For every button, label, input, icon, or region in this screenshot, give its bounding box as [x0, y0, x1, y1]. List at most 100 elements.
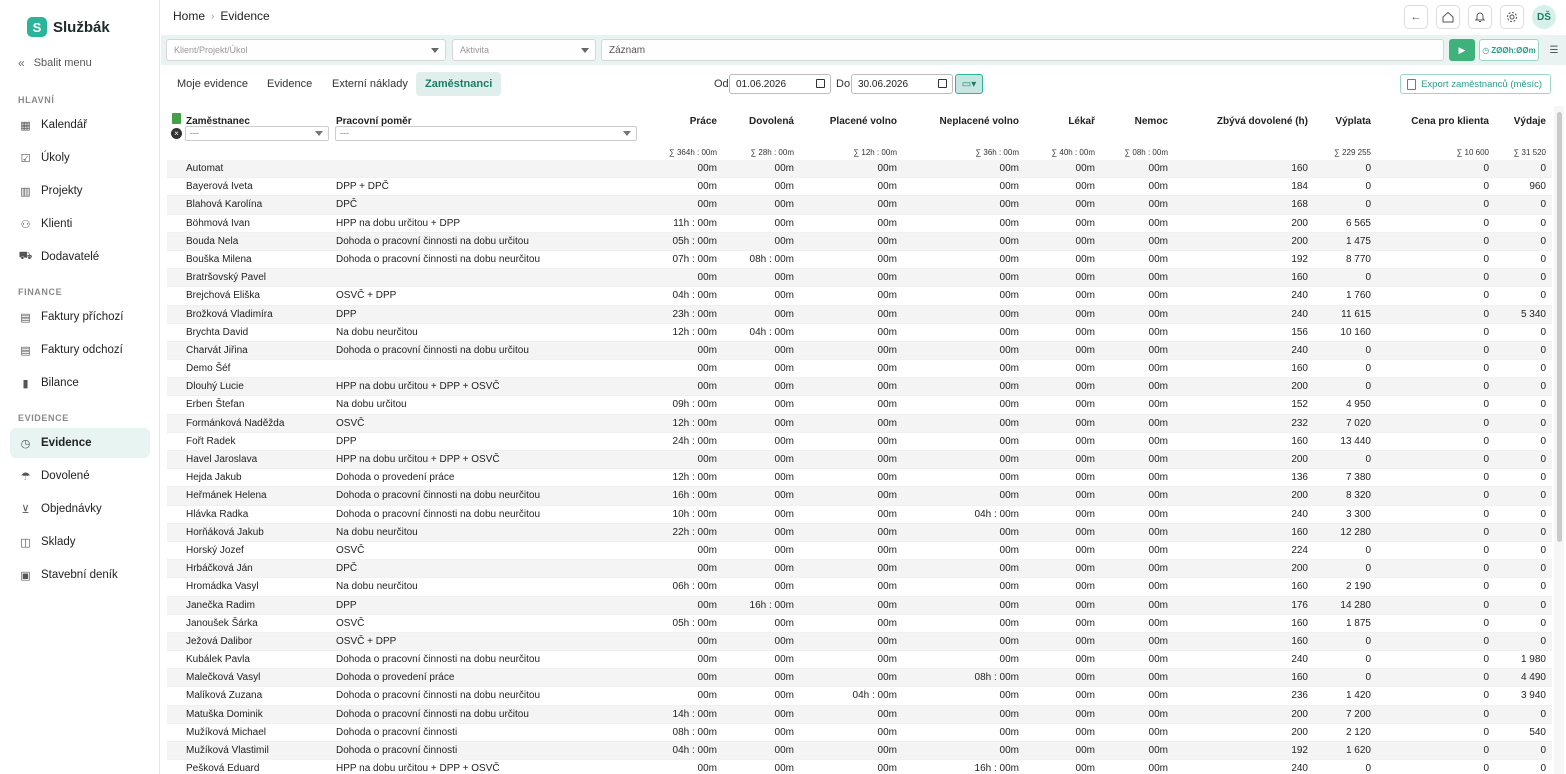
- tab-externí-náklady[interactable]: Externí náklady: [323, 72, 417, 96]
- sidebar-item-stavební-deník[interactable]: ▣ Stavební deník: [10, 560, 150, 590]
- column-header-sick[interactable]: Nemoc: [1135, 116, 1168, 127]
- cell-client_price: 0: [1483, 363, 1489, 375]
- clear-filters-icon[interactable]: ×: [171, 128, 182, 139]
- tab-moje-evidence[interactable]: Moje evidence: [168, 72, 257, 96]
- sidebar-item-kalendář[interactable]: ▦ Kalendář: [10, 110, 150, 140]
- table-row[interactable]: Havel Jaroslava HPP na dobu určitou + DPP…: [167, 451, 1552, 470]
- cell-unpaid: 00m: [999, 163, 1019, 174]
- table-row[interactable]: Horský Jozef OSVČ 00m 00m 00m 00m 00m 00m 224 0 0 0: [167, 542, 1552, 561]
- table-row[interactable]: Bouška Milena Dohoda o pracovní činnosti …: [167, 251, 1552, 270]
- table-row[interactable]: Hejda Jakub Dohoda o provedení práce 12h :…: [167, 469, 1552, 488]
- contract-filter-value: ---: [340, 128, 349, 138]
- user-avatar[interactable]: DŠ: [1532, 5, 1556, 29]
- table-row[interactable]: Brejchová Eliška OSVČ + DPP 04h : 00m 00m 00…: [167, 287, 1552, 306]
- table-row[interactable]: Ježová Dalibor OSVČ + DPP 00m 00m 00m 00m 00m 0…: [167, 632, 1552, 652]
- cell-paid: 00m: [877, 235, 897, 247]
- table-row[interactable]: Malíková Zuzana Dohoda o pracovní činnost…: [167, 687, 1552, 706]
- sidebar-item-sklady[interactable]: ◫ Sklady: [10, 527, 150, 557]
- home-button[interactable]: [1436, 5, 1460, 29]
- cell-paid: 00m: [877, 253, 897, 265]
- tab-evidence[interactable]: Evidence: [258, 72, 321, 96]
- collapse-menu-button[interactable]: « Sbalit menu: [18, 56, 92, 70]
- employee-filter[interactable]: ---: [185, 126, 329, 141]
- sidebar-item-dovolené[interactable]: ☂ Dovolené: [10, 461, 150, 491]
- export-employees-button[interactable]: Export zaměstnanců (měsíc): [1400, 74, 1551, 94]
- table-row[interactable]: Fořt Radek DPP 24h : 00m 00m 00m 00m 00m 00m 160…: [167, 433, 1552, 451]
- column-header-name[interactable]: Zaměstnanec: [186, 116, 250, 127]
- cell-unpaid: 00m: [999, 563, 1019, 575]
- sidebar-item-evidence[interactable]: ◷ Evidence: [10, 428, 150, 458]
- cell-pay: 0: [1365, 454, 1371, 465]
- cell-name: Fořt Radek: [186, 435, 236, 447]
- sidebar-item-klienti[interactable]: ⚇ Klienti: [10, 209, 150, 239]
- table-row[interactable]: Hlávka Radka Dohoda o pracovní činnosti n…: [167, 506, 1552, 524]
- table-row[interactable]: Mužíková Vlastimil Dohoda o pracovní činn…: [167, 742, 1552, 761]
- table-row[interactable]: Kubálek Pavla Dohoda o pracovní činnosti …: [167, 651, 1552, 670]
- record-input[interactable]: Záznam: [601, 39, 1444, 61]
- sidebar-item-objednávky[interactable]: ⊻ Objednávky: [10, 494, 150, 524]
- excel-icon[interactable]: [172, 113, 181, 124]
- table-row[interactable]: Brožková Vladimíra DPP 23h : 00m 00m 00m 00m 0…: [167, 305, 1552, 324]
- table-row[interactable]: Bouda Nela Dohoda o pracovní činnosti na …: [167, 232, 1552, 251]
- table-row[interactable]: Malečková Vasyl Dohoda o provedení práce 0…: [167, 669, 1552, 688]
- cell-doctor: 00m: [1075, 635, 1095, 647]
- column-header-remaining[interactable]: Zbývá dovolené (h): [1217, 116, 1308, 127]
- table-scrollbar-thumb[interactable]: [1557, 112, 1562, 542]
- table-row[interactable]: Janoušek Šárka OSVČ 05h : 00m 00m 00m 00m 00m 0…: [167, 615, 1552, 633]
- sidebar-item-úkoly[interactable]: ☑ Úkoly: [10, 143, 150, 173]
- tab-zaměstnanci[interactable]: Zaměstnanci: [416, 72, 502, 96]
- table-row[interactable]: Automat 00m 00m 00m 00m 00m 00m 160 0 0 0: [167, 160, 1552, 179]
- activity-select[interactable]: Aktivita: [452, 39, 596, 61]
- cell-doctor: 00m: [1075, 163, 1095, 174]
- table-row[interactable]: Brychta David Na dobu neurčitou 12h : 00m 0…: [167, 324, 1552, 342]
- table-row[interactable]: Blahová Karolína DPČ 00m 00m 00m 00m 00m 00m 168…: [167, 196, 1552, 215]
- settings-button[interactable]: [1500, 5, 1524, 29]
- contract-filter[interactable]: ---: [335, 126, 637, 141]
- sidebar-item-bilance[interactable]: ▮ Bilance: [10, 368, 150, 398]
- column-header-expenses[interactable]: Výdaje: [1514, 116, 1546, 127]
- date-from-input[interactable]: 01.06.2026: [729, 74, 831, 94]
- table-row[interactable]: Janečka Radim DPP 00m 16h : 00m 00m 00m 00m 00m…: [167, 596, 1552, 615]
- column-header-work[interactable]: Práce: [690, 116, 717, 127]
- column-header-paid[interactable]: Placené volno: [830, 116, 897, 127]
- date-to-input[interactable]: 30.06.2026: [851, 74, 953, 94]
- table-row[interactable]: Erben Štefan Na dobu určitou 09h : 00m 00m 0…: [167, 396, 1552, 415]
- start-timer-button[interactable]: ▶: [1449, 39, 1475, 61]
- cell-expenses: 0: [1540, 635, 1546, 647]
- project-select[interactable]: Klient/Projekt/Úkol: [166, 39, 446, 61]
- timer-display[interactable]: ◷ ZØØh:ØØm: [1479, 39, 1539, 61]
- table-row[interactable]: Demo Šéf 00m 00m 00m 00m 00m 00m 160 0 0 0: [167, 360, 1552, 379]
- table-row[interactable]: Dlouhý Lucie HPP na dobu určitou + DPP + …: [167, 378, 1552, 397]
- column-header-client_price[interactable]: Cena pro klienta: [1411, 116, 1489, 127]
- table-row[interactable]: Horňáková Jakub Na dobu neurčitou 22h : 00…: [167, 523, 1552, 542]
- table-row[interactable]: Hromádka Vasyl Na dobu neurčitou 06h : 00m…: [167, 578, 1552, 597]
- column-header-pay[interactable]: Výplata: [1335, 116, 1371, 127]
- cell-contract: HPP na dobu určitou + DPP + OSVČ: [336, 763, 500, 774]
- sidebar-item-faktury-odchozí[interactable]: ▤ Faktury odchozí: [10, 335, 150, 365]
- table-row[interactable]: Formánková Naděžda OSVČ 12h : 00m 00m 00m 00m…: [167, 414, 1552, 433]
- entries-list-button[interactable]: ☰: [1545, 39, 1563, 61]
- column-header-contract[interactable]: Pracovní poměr: [336, 116, 412, 127]
- sidebar-item-projekty[interactable]: ▥ Projekty: [10, 176, 150, 206]
- table-row[interactable]: Mužíková Michael Dohoda o pracovní činnos…: [167, 724, 1552, 742]
- table-row[interactable]: Bratršovský Pavel 00m 00m 00m 00m 00m 00m 160 0 0…: [167, 269, 1552, 288]
- notifications-button[interactable]: [1468, 5, 1492, 29]
- sidebar-item-faktury-příchozí[interactable]: ▤ Faktury příchozí: [10, 302, 150, 332]
- back-button[interactable]: ←: [1404, 5, 1428, 29]
- table-row[interactable]: Böhmová Ivan HPP na dobu určitou + DPP 11h…: [167, 215, 1552, 233]
- cell-client_price: 0: [1483, 399, 1489, 411]
- table-row[interactable]: Heřmánek Helena Dohoda o pracovní činnost…: [167, 487, 1552, 506]
- app-logo[interactable]: S Službák: [27, 16, 110, 38]
- table-row[interactable]: Charvát Jiřina Dohoda o pracovní činnosti…: [167, 341, 1552, 361]
- table-row[interactable]: Bayerová Iveta DPP + DPČ 00m 00m 00m 00m 00m 00…: [167, 178, 1552, 197]
- column-header-doctor[interactable]: Lékař: [1068, 116, 1095, 127]
- table-row[interactable]: Hrbáčková Ján DPČ 00m 00m 00m 00m 00m 00m 200 0 0 0: [167, 560, 1552, 579]
- column-header-unpaid[interactable]: Neplacené volno: [940, 116, 1019, 127]
- column-header-vacation[interactable]: Dovolená: [749, 116, 794, 127]
- breadcrumb-home[interactable]: Home: [173, 9, 205, 23]
- period-picker-button[interactable]: ▭▾: [955, 74, 983, 94]
- table-row[interactable]: Pešková Eduard HPP na dobu určitou + DPP …: [167, 760, 1552, 774]
- sidebar-item-dodavatelé[interactable]: ⛟ Dodavatelé: [10, 242, 150, 272]
- table-row[interactable]: Matuška Dominik Dohoda o pracovní činnost…: [167, 705, 1552, 724]
- sidebar-item-label: Bilance: [41, 377, 79, 389]
